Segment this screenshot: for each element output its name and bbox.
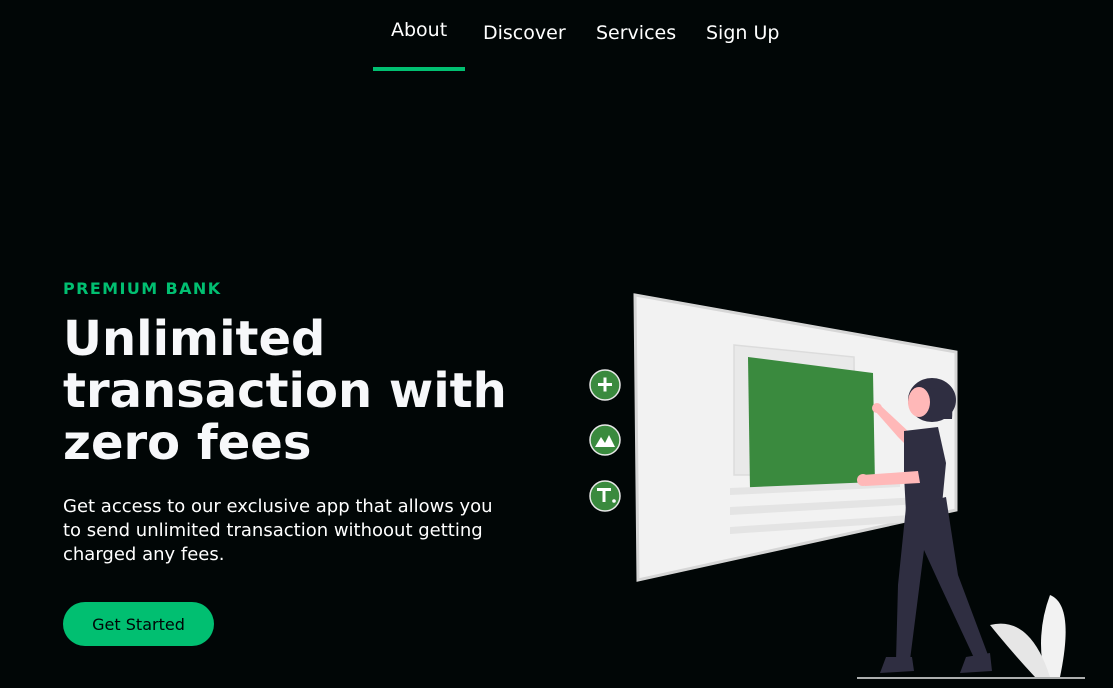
nav-item-discover[interactable]: Discover	[483, 22, 566, 44]
green-card	[748, 357, 875, 490]
hero-description: Get access to our exclusive app that all…	[63, 496, 493, 565]
image-icon	[589, 424, 621, 456]
page: About Discover Services Sign Up PREMIUM …	[0, 0, 1113, 688]
hero-illustration	[589, 293, 1085, 679]
top-nav: About Discover Services Sign Up	[0, 0, 1113, 80]
nav-item-sign-up[interactable]: Sign Up	[706, 22, 779, 44]
plant-decoration	[990, 595, 1066, 677]
get-started-button[interactable]: Get Started	[63, 602, 214, 646]
nav-item-about[interactable]: About	[391, 19, 447, 41]
hero-eyebrow: PREMIUM BANK	[63, 279, 222, 298]
hero-headline: Unlimited transaction with zero fees	[63, 311, 507, 471]
text-icon	[589, 480, 621, 512]
active-nav-indicator	[373, 67, 465, 71]
plus-icon	[589, 369, 621, 401]
nav-item-services[interactable]: Services	[596, 22, 676, 44]
